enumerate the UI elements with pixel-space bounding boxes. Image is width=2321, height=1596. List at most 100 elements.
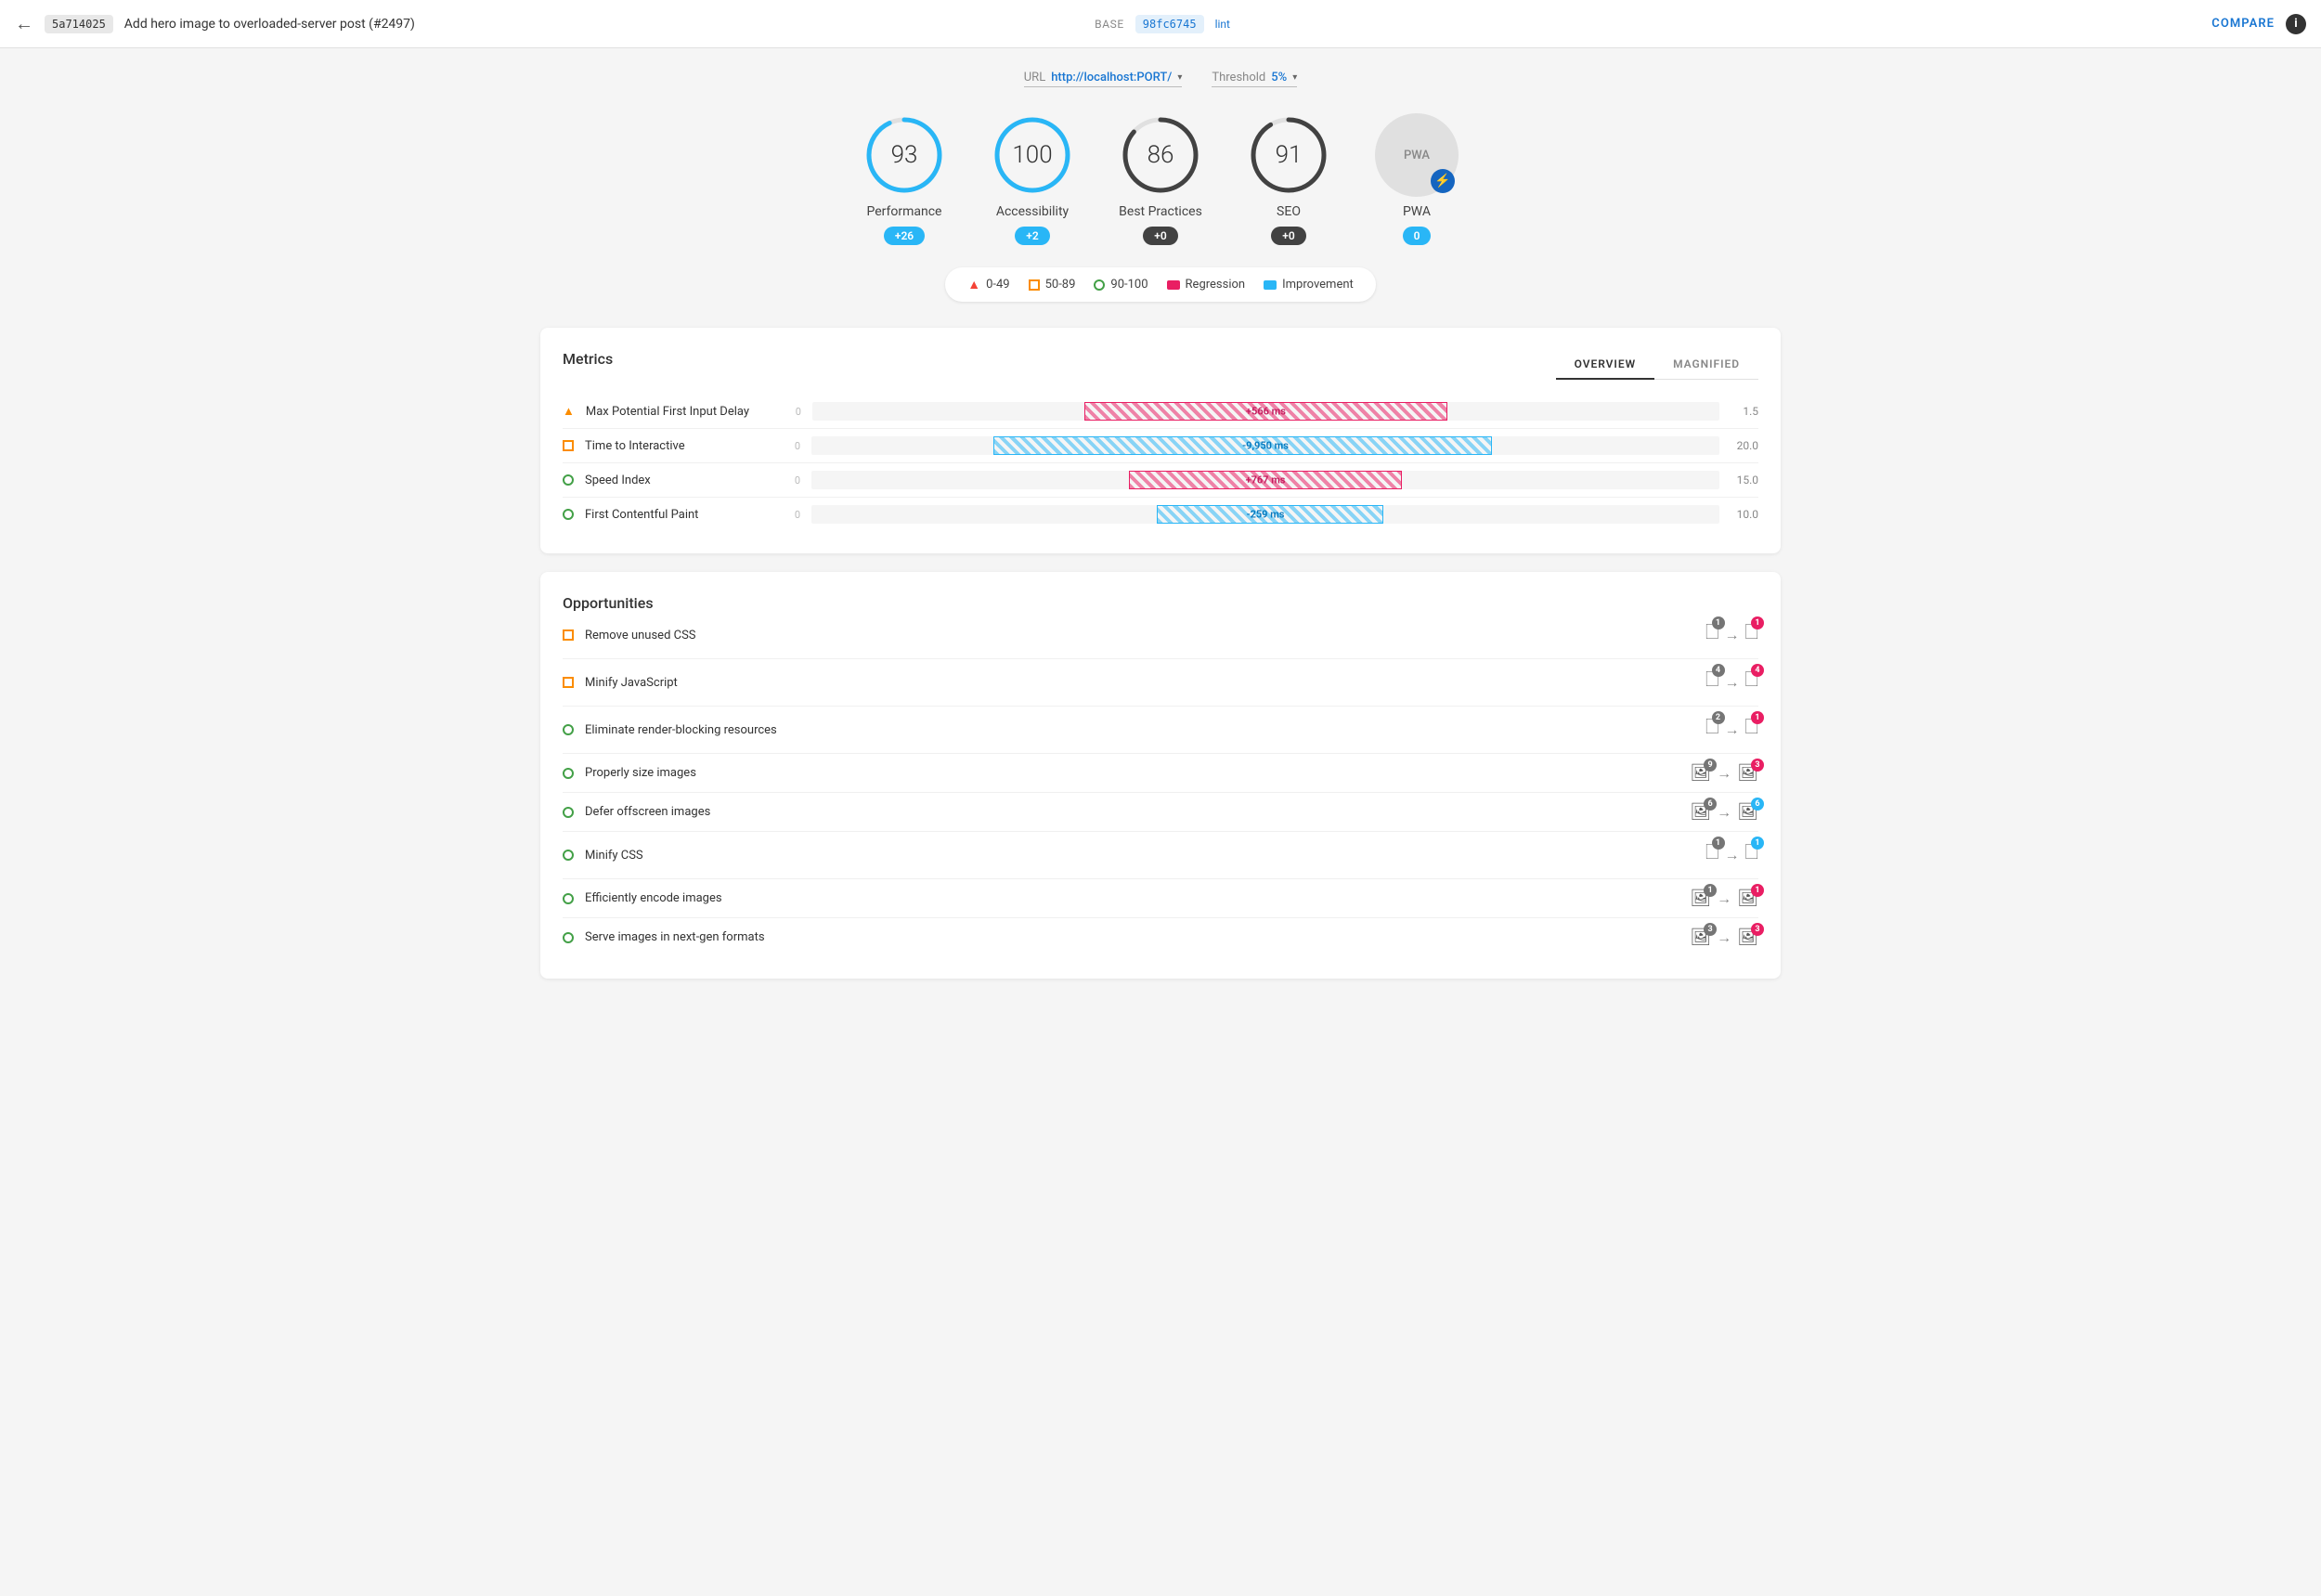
compare-button[interactable]: COMPARE <box>2211 17 2275 31</box>
opp-from-icon-psi: 🖼 9 <box>1690 763 1711 783</box>
opp-to-icon-psi: 🖼 3 <box>1737 763 1758 783</box>
opp-remove-unused-css: Remove unused CSS 🗋 1 → 🗋 1 <box>563 612 1758 659</box>
best-practices-label: Best Practices <box>1119 204 1202 219</box>
from-count-doi: 6 <box>1704 798 1717 811</box>
from-count-minjs: 4 <box>1712 664 1725 677</box>
opp-to-icon-ngf: 🖼 3 <box>1737 928 1758 947</box>
seo-score: 91 <box>1276 141 1303 169</box>
sq-orange-rucss-icon <box>563 629 574 641</box>
metric-tti-name: Time to Interactive <box>585 439 771 453</box>
metric-tti-bar: -9,950 ms <box>811 436 1719 455</box>
seo-circle: 91 <box>1247 113 1330 197</box>
arrow-icon-eei: → <box>1717 889 1731 908</box>
metric-row-fid: ▲ Max Potential First Input Delay 0 +566… <box>563 395 1758 429</box>
performance-badge: +26 <box>884 227 925 245</box>
from-count-ngf: 3 <box>1704 923 1717 936</box>
opp-rucss-icons: 🗋 1 → 🗋 1 <box>1705 621 1758 649</box>
rect-red-icon <box>1167 280 1180 290</box>
legend: ▲ 0-49 50-89 90-100 Regression Improveme… <box>945 267 1376 302</box>
circ-green-ngf-icon <box>563 932 574 943</box>
score-best-practices: 86 Best Practices +0 <box>1119 113 1202 245</box>
to-count-doi: 6 <box>1751 798 1764 811</box>
opp-erb-name: Eliminate render-blocking resources <box>585 723 1694 737</box>
main-content: URL http://localhost:PORT/ ▾ Threshold 5… <box>511 48 1810 1019</box>
to-count-mcss: 1 <box>1751 837 1764 850</box>
to-count-erb: 1 <box>1751 711 1764 724</box>
to-count-psi: 3 <box>1751 759 1764 772</box>
back-button[interactable]: ← <box>15 12 33 35</box>
to-count-rucss: 1 <box>1751 616 1764 629</box>
metric-si-name: Speed Index <box>585 474 771 487</box>
opp-doi-name: Defer offscreen images <box>585 805 1679 819</box>
opp-eei-icons: 🖼 1 → 🖼 1 <box>1690 889 1758 908</box>
threshold-label: Threshold <box>1212 71 1265 84</box>
to-count-eei: 1 <box>1751 884 1764 897</box>
pwa-label: PWA <box>1403 204 1431 219</box>
opp-eliminate-render-blocking: Eliminate render-blocking resources 🗋 2 … <box>563 707 1758 754</box>
performance-label: Performance <box>867 204 942 219</box>
url-selector[interactable]: URL http://localhost:PORT/ ▾ <box>1024 71 1183 87</box>
tab-overview[interactable]: OVERVIEW <box>1556 350 1654 380</box>
circ-green-eei-icon <box>563 893 574 904</box>
metric-tti-zero: 0 <box>782 440 800 452</box>
legend-regression-label: Regression <box>1186 278 1246 292</box>
accessibility-label: Accessibility <box>996 204 1069 219</box>
to-count-minjs: 4 <box>1751 664 1764 677</box>
tab-magnified[interactable]: MAGNIFIED <box>1654 350 1758 380</box>
from-count-mcss: 1 <box>1712 837 1725 850</box>
metric-row-si: Speed Index 0 +767 ms 15.0 <box>563 463 1758 498</box>
circ-green-psi-icon <box>563 768 574 779</box>
opp-from-icon-ngf: 🖼 3 <box>1690 928 1711 947</box>
threshold-selector[interactable]: Threshold 5% ▾ <box>1212 71 1297 87</box>
metric-fid-score: 1.5 <box>1731 405 1758 418</box>
url-threshold-bar: URL http://localhost:PORT/ ▾ Threshold 5… <box>540 71 1781 87</box>
seo-label: SEO <box>1277 204 1301 219</box>
opp-erb-icons: 🗋 2 → 🗋 1 <box>1705 716 1758 744</box>
threshold-value: 5% <box>1271 71 1287 84</box>
metrics-title: Metrics <box>563 350 613 368</box>
legend-90-100-label: 90-100 <box>1110 278 1148 292</box>
opp-minify-css: Minify CSS 🗋 1 → 🗋 1 <box>563 832 1758 879</box>
opp-next-gen-formats: Serve images in next-gen formats 🖼 3 → 🖼… <box>563 918 1758 956</box>
opp-psi-name: Properly size images <box>585 766 1679 780</box>
opp-ngf-icons: 🖼 3 → 🖼 3 <box>1690 928 1758 947</box>
opp-psi-icons: 🖼 9 → 🖼 3 <box>1690 763 1758 783</box>
opp-rucss-name: Remove unused CSS <box>585 629 1694 642</box>
metric-fid-zero: 0 <box>783 406 801 418</box>
accessibility-circle: 100 <box>991 113 1074 197</box>
opp-to-icon-erb: 🗋 1 <box>1745 716 1758 744</box>
legend-0-49-label: 0-49 <box>986 278 1010 292</box>
circle-green-metric-icon <box>563 474 574 486</box>
url-chevron-icon: ▾ <box>1177 72 1182 83</box>
legend-regression: Regression <box>1167 278 1246 292</box>
arrow-icon-doi: → <box>1717 803 1731 822</box>
opp-from-icon-mcss: 🗋 1 <box>1705 841 1718 869</box>
score-performance: 93 Performance +26 <box>862 113 946 245</box>
opp-from-icon-rucss: 🗋 1 <box>1705 621 1718 649</box>
opp-defer-offscreen: Defer offscreen images 🖼 6 → 🖼 6 <box>563 793 1758 832</box>
info-button[interactable]: i <box>2286 14 2306 34</box>
score-accessibility: 100 Accessibility +2 <box>991 113 1074 245</box>
accessibility-score: 100 <box>1012 141 1052 169</box>
legend-50-89-label: 50-89 <box>1045 278 1076 292</box>
legend-improvement: Improvement <box>1264 278 1354 292</box>
opp-minify-js: Minify JavaScript 🗋 4 → 🗋 4 <box>563 659 1758 707</box>
metric-si-zero: 0 <box>782 474 800 487</box>
opp-to-icon-rucss: 🗋 1 <box>1745 621 1758 649</box>
metric-fcp-score: 10.0 <box>1731 508 1758 521</box>
opp-to-icon-doi: 🖼 6 <box>1737 802 1758 822</box>
pwa-text: PWA <box>1404 149 1430 162</box>
header: ← 5a714025 Add hero image to overloaded-… <box>0 0 2321 48</box>
opp-efficiently-encode: Efficiently encode images 🖼 1 → 🖼 1 <box>563 879 1758 918</box>
metric-si-score: 15.0 <box>1731 474 1758 487</box>
arrow-icon-erb: → <box>1725 720 1740 739</box>
pwa-circle: PWA ⚡ <box>1375 113 1459 197</box>
metric-si-bar: +767 ms <box>811 471 1719 489</box>
opp-mcss-name: Minify CSS <box>585 849 1694 863</box>
arrow-icon-mcss: → <box>1725 846 1740 864</box>
circle-green-fcp-icon <box>563 509 574 520</box>
legend-50-89: 50-89 <box>1029 278 1076 292</box>
opp-from-icon-erb: 🗋 2 <box>1705 716 1718 744</box>
arrow-icon-rucss: → <box>1725 626 1740 644</box>
opp-minjs-icons: 🗋 4 → 🗋 4 <box>1705 668 1758 696</box>
